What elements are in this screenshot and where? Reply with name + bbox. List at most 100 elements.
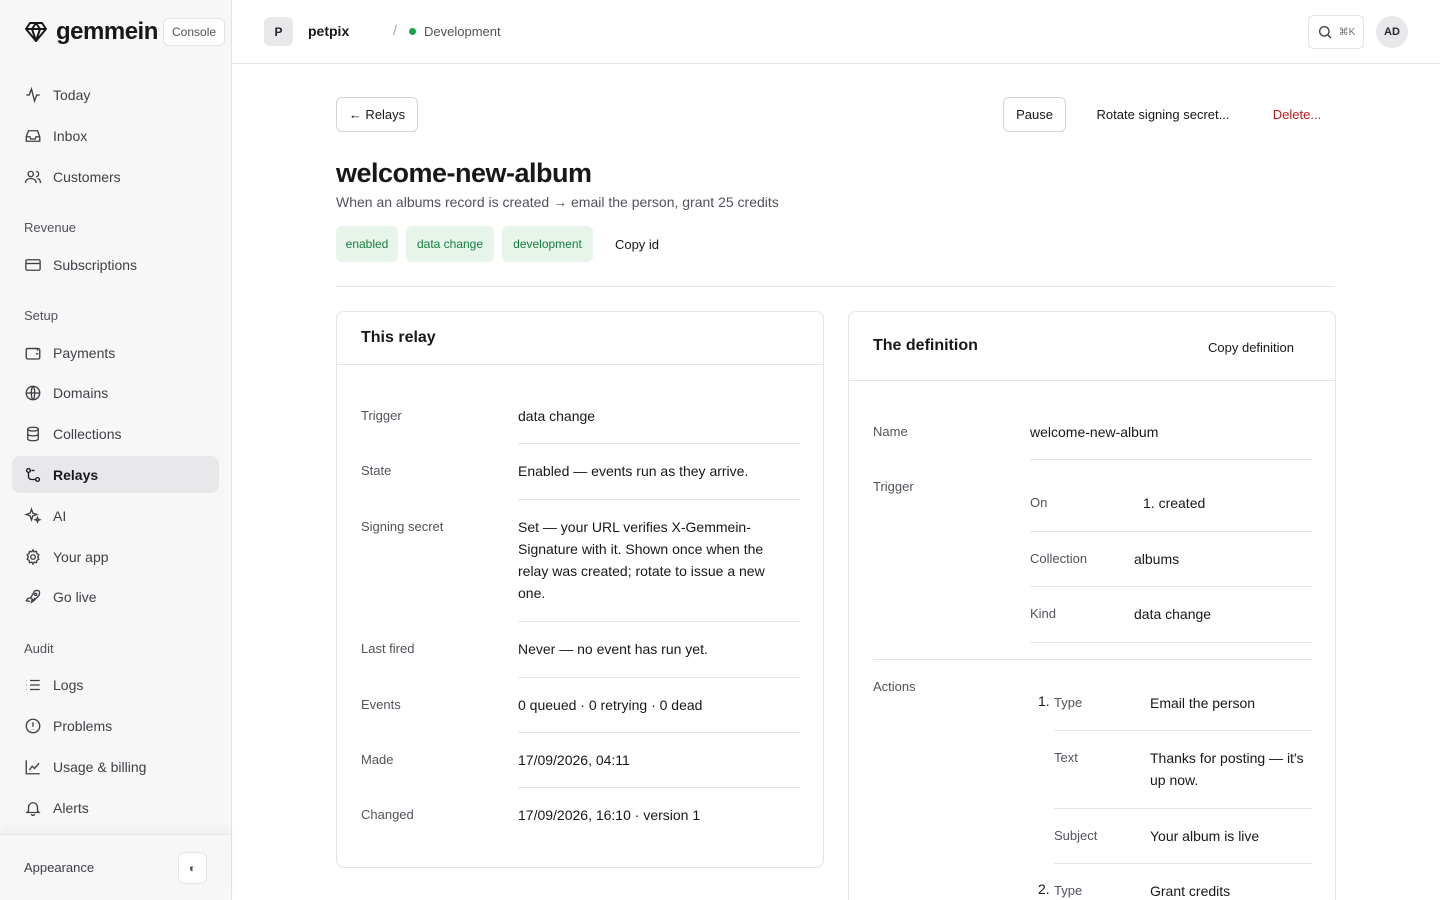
action-type-label: Type bbox=[1054, 695, 1083, 710]
made-value: 17/09/2026, 04:11 bbox=[518, 752, 630, 768]
environment-status-dot bbox=[409, 28, 416, 35]
row-divider bbox=[1030, 586, 1312, 587]
changed-value: 17/09/2026, 16:10 · version 1 bbox=[518, 807, 701, 823]
activity-icon bbox=[26, 86, 40, 103]
sidebar-item-label: Logs bbox=[53, 676, 84, 693]
kind-value: data change bbox=[1134, 606, 1212, 622]
definition-card: The definition Copy definition Name welc… bbox=[848, 311, 1336, 900]
sidebar-item-label: Inbox bbox=[53, 127, 88, 144]
alert-circle-icon bbox=[25, 718, 41, 733]
sidebar-item-alerts[interactable]: Alerts bbox=[12, 789, 219, 826]
sidebar-item-logs[interactable]: Logs bbox=[12, 666, 219, 703]
bell-icon bbox=[25, 801, 41, 816]
environment-badge: development bbox=[502, 226, 593, 262]
user-avatar[interactable]: AD bbox=[1376, 16, 1408, 48]
relay-icon bbox=[25, 467, 41, 482]
copy-definition-button[interactable]: Copy definition bbox=[1191, 329, 1311, 365]
sidebar-item-relays[interactable]: Relays bbox=[12, 456, 219, 493]
row-divider bbox=[518, 732, 800, 733]
kind-label: Kind bbox=[1030, 606, 1057, 621]
sidebar-item-your-app[interactable]: Your app bbox=[12, 538, 219, 575]
search-icon bbox=[1318, 26, 1332, 39]
row-divider bbox=[1030, 531, 1312, 532]
last-fired-label: Last fired bbox=[361, 641, 415, 656]
project-name[interactable]: petpix bbox=[308, 23, 349, 39]
sidebar-item-collections[interactable]: Collections bbox=[12, 415, 219, 452]
theme-toggle-button[interactable]: ◐ bbox=[178, 852, 207, 884]
events-label: Events bbox=[361, 697, 401, 712]
status-badge: enabled bbox=[336, 226, 398, 262]
environment-label[interactable]: Development bbox=[424, 24, 501, 39]
collection-label: Collection bbox=[1030, 551, 1088, 566]
row-divider bbox=[518, 787, 800, 788]
contrast-icon: ◐ bbox=[188, 861, 197, 875]
card-title: The definition bbox=[873, 337, 978, 354]
action-type-value: Grant credits bbox=[1150, 883, 1231, 899]
name-label: Name bbox=[873, 424, 908, 439]
card-title: This relay bbox=[361, 329, 436, 346]
appearance-label: Appearance bbox=[24, 860, 95, 875]
rocket-icon bbox=[25, 589, 41, 604]
state-label: State bbox=[361, 463, 392, 478]
sidebar-item-label: Subscriptions bbox=[53, 256, 138, 273]
rotate-signing-secret-button[interactable]: Rotate signing secret... bbox=[1079, 97, 1247, 132]
sidebar-item-go-live[interactable]: Go live bbox=[12, 578, 219, 615]
gem-logo-icon bbox=[25, 22, 47, 42]
brand-name: gemmein bbox=[56, 18, 158, 45]
sidebar-item-label: Go live bbox=[53, 588, 97, 605]
back-to-relays-button[interactable]: ← Relays bbox=[336, 97, 418, 132]
action-number: 1. bbox=[1038, 693, 1050, 709]
row-divider bbox=[1030, 642, 1312, 643]
pause-button[interactable]: Pause bbox=[1003, 97, 1066, 132]
search-button[interactable]: ⌘K bbox=[1308, 15, 1364, 49]
chart-icon bbox=[25, 759, 40, 774]
sidebar-item-label: Relays bbox=[53, 466, 99, 483]
row-divider bbox=[1054, 863, 1312, 864]
sidebar-item-label: Alerts bbox=[53, 799, 89, 816]
action-subject-value: Your album is live bbox=[1150, 828, 1260, 844]
made-label: Made bbox=[361, 752, 394, 767]
delete-button[interactable]: Delete... bbox=[1259, 97, 1335, 132]
brand[interactable]: gemmein bbox=[24, 18, 158, 46]
row-divider bbox=[1030, 459, 1312, 460]
action-type-label: Type bbox=[1054, 883, 1083, 898]
sidebar-footer: Appearance ◐ bbox=[0, 834, 231, 900]
copy-id-button[interactable]: Copy id bbox=[602, 226, 672, 262]
trigger-label: Trigger bbox=[361, 408, 402, 423]
sidebar-item-subscriptions[interactable]: Subscriptions bbox=[12, 246, 219, 283]
events-value: 0 queued · 0 retrying · 0 dead bbox=[518, 697, 703, 713]
this-relay-card: This relay Trigger data change State Ena… bbox=[336, 311, 824, 868]
on-value: 1. created bbox=[1143, 495, 1206, 511]
action-number: 2. bbox=[1038, 881, 1050, 897]
action-type-value: Email the person bbox=[1150, 695, 1256, 711]
project-avatar[interactable]: P bbox=[264, 17, 293, 46]
sidebar-item-problems[interactable]: Problems bbox=[12, 707, 219, 744]
name-value: welcome-new-album bbox=[1030, 424, 1159, 440]
sidebar-item-ai[interactable]: AI bbox=[12, 497, 219, 534]
row-divider bbox=[1054, 730, 1312, 731]
wallet-icon bbox=[25, 347, 41, 360]
sidebar-item-usage-billing[interactable]: Usage & billing bbox=[12, 748, 219, 785]
row-divider bbox=[518, 443, 800, 444]
list-icon bbox=[26, 679, 40, 690]
sidebar-item-label: Payments bbox=[53, 344, 116, 361]
sidebar-item-label: Today bbox=[53, 86, 91, 103]
sidebar-item-label: Collections bbox=[53, 425, 122, 442]
console-badge[interactable]: Console bbox=[163, 18, 226, 46]
sidebar-item-label: Domains bbox=[53, 384, 109, 401]
sidebar: gemmein Console Today Inbox Customers Re… bbox=[0, 0, 232, 900]
sidebar-item-domains[interactable]: Domains bbox=[12, 374, 219, 411]
sidebar-item-inbox[interactable]: Inbox bbox=[12, 117, 219, 154]
gear-icon bbox=[26, 548, 40, 565]
sparkles-icon bbox=[24, 506, 42, 524]
signing-secret-label: Signing secret bbox=[361, 519, 444, 534]
page-title: welcome-new-album bbox=[336, 158, 592, 188]
sidebar-item-label: Customers bbox=[53, 168, 121, 185]
sidebar-item-customers[interactable]: Customers bbox=[12, 158, 219, 195]
database-icon bbox=[27, 426, 39, 441]
action-text-label: Text bbox=[1054, 750, 1078, 765]
sidebar-item-payments[interactable]: Payments bbox=[12, 334, 219, 371]
sidebar-item-today[interactable]: Today bbox=[12, 76, 219, 113]
row-divider bbox=[518, 677, 800, 678]
nav-section-audit: Audit bbox=[24, 641, 54, 656]
